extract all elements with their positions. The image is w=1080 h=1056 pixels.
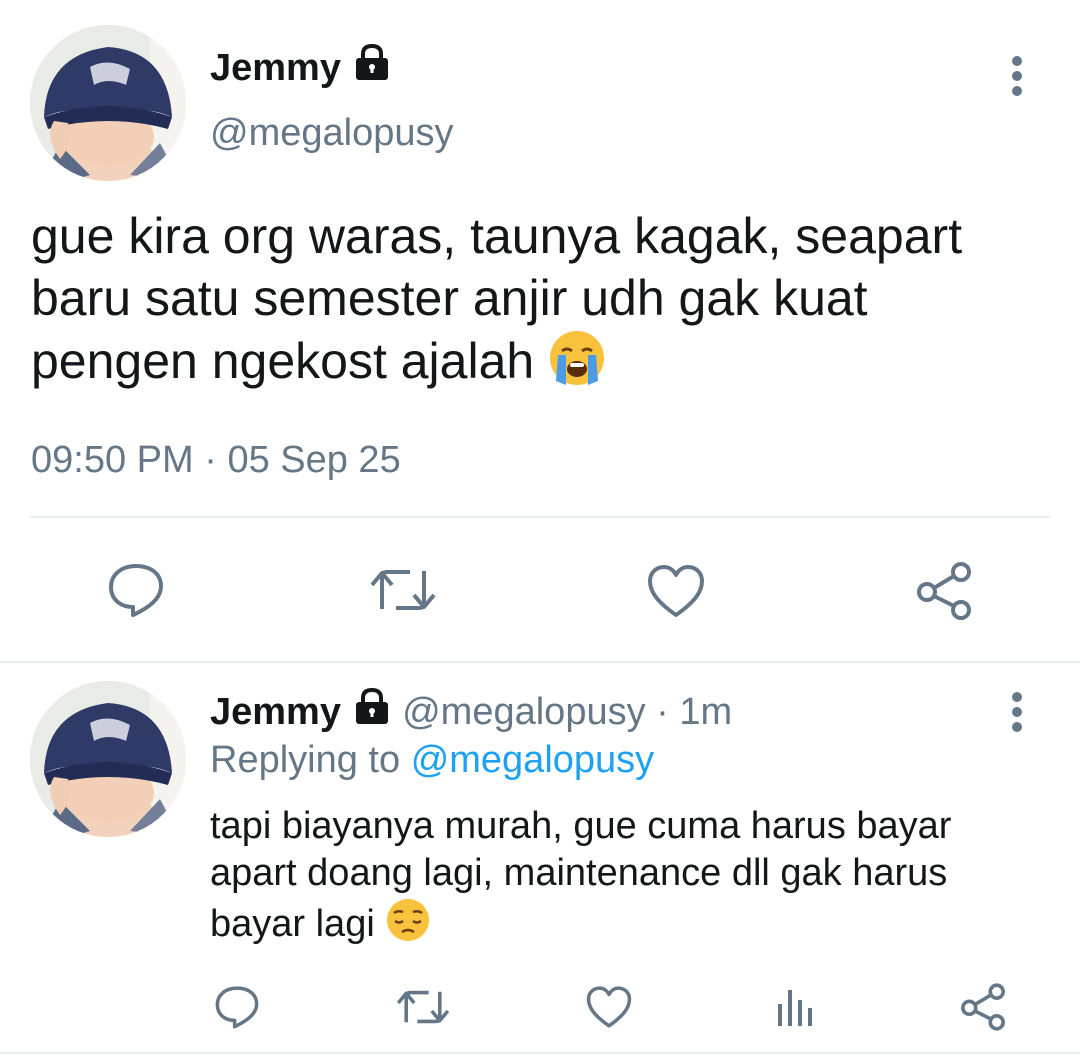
handle[interactable]: @megalopusy xyxy=(210,110,453,156)
share-icon[interactable] xyxy=(958,982,1008,1032)
handle[interactable]: @megalopusy xyxy=(402,691,645,733)
reply-text-content: tapi biayanya murah, gue cuma harus baya… xyxy=(210,805,952,946)
divider xyxy=(0,661,1080,663)
tweet-age: 1m xyxy=(679,691,733,733)
divider xyxy=(0,1052,1080,1054)
replying-to-handle[interactable]: @megalopusy xyxy=(411,739,654,781)
replying-to-label: Replying to xyxy=(210,739,401,781)
separator: · xyxy=(656,691,669,733)
loudly-crying-face-icon xyxy=(548,329,606,401)
avatar[interactable] xyxy=(30,681,186,837)
separator: · xyxy=(204,439,217,481)
retweet-icon[interactable] xyxy=(395,987,451,1027)
avatar[interactable] xyxy=(30,25,186,181)
timestamp[interactable]: 09:50 PM · 05 Sep 25 xyxy=(31,437,401,483)
display-name[interactable]: Jemmy xyxy=(210,691,341,733)
tweet-date: 05 Sep 25 xyxy=(227,439,401,481)
reply-text: tapi biayanya murah, gue cuma harus baya… xyxy=(210,803,1040,955)
pensive-face-icon xyxy=(385,897,431,955)
tweet-text-content: gue kira org waras, taunya kagak, seapar… xyxy=(31,208,963,390)
display-name[interactable]: Jemmy xyxy=(210,47,341,89)
like-icon[interactable] xyxy=(585,985,633,1029)
lock-icon xyxy=(352,43,392,91)
divider xyxy=(30,516,1050,518)
lock-icon xyxy=(352,687,392,735)
tweet-time: 09:50 PM xyxy=(31,439,194,481)
more-options-icon[interactable] xyxy=(1002,52,1032,102)
tweet-text: gue kira org waras, taunya kagak, seapar… xyxy=(31,205,1041,401)
reply-icon[interactable] xyxy=(213,985,261,1029)
share-icon[interactable] xyxy=(913,560,975,622)
retweet-icon[interactable] xyxy=(368,565,438,615)
analytics-icon[interactable] xyxy=(775,986,815,1028)
like-icon[interactable] xyxy=(646,563,706,619)
reply-icon[interactable] xyxy=(106,562,166,618)
more-options-icon[interactable] xyxy=(1002,688,1032,738)
replying-to: Replying to @megalopusy xyxy=(210,737,654,783)
